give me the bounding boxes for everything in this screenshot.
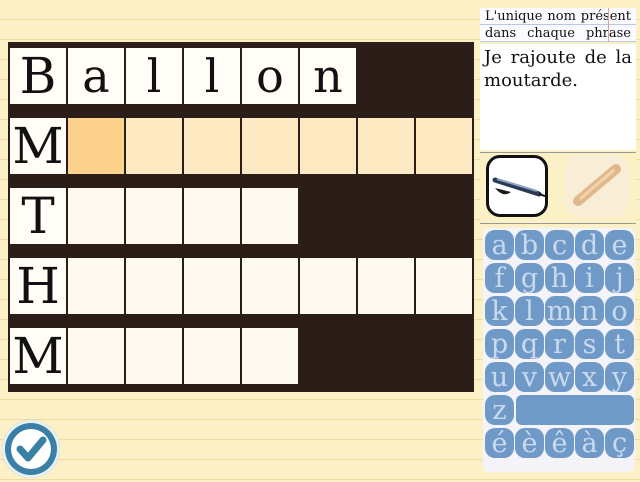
row-initial-letter: T xyxy=(10,187,66,245)
row-initial-letter: M xyxy=(10,117,66,175)
empty-letter-cell[interactable] xyxy=(242,328,298,384)
empty-letter-cell[interactable] xyxy=(68,328,124,384)
pen-icon xyxy=(492,177,546,197)
letter-key[interactable]: f xyxy=(485,263,514,294)
letter-key[interactable]: z xyxy=(485,395,514,426)
empty-letter-cell[interactable] xyxy=(184,118,240,174)
sentence-text: Je rajoute de la moutarde. xyxy=(480,44,636,150)
letter-key[interactable]: h xyxy=(545,263,574,294)
letter-key[interactable]: ê xyxy=(545,428,574,459)
tool-bar xyxy=(480,152,636,224)
validate-button[interactable] xyxy=(2,420,60,478)
letter-key[interactable]: ç xyxy=(605,428,634,459)
empty-letter-cell[interactable] xyxy=(300,118,356,174)
letter-key[interactable]: v xyxy=(515,362,544,393)
empty-letter-cell[interactable] xyxy=(242,118,298,174)
letter-cell: o xyxy=(242,48,298,104)
empty-letter-cell[interactable] xyxy=(358,258,414,314)
letter-key[interactable]: i xyxy=(575,263,604,294)
letter-cell: l xyxy=(184,48,240,104)
letter-cell: a xyxy=(68,48,124,104)
letter-key[interactable]: k xyxy=(485,296,514,327)
letter-key[interactable]: o xyxy=(605,296,634,327)
pencil-icon xyxy=(573,164,621,206)
empty-letter-cell[interactable] xyxy=(126,258,182,314)
letter-key[interactable]: q xyxy=(515,329,544,360)
word-board: BallonMTHM xyxy=(8,42,474,392)
empty-letter-cell[interactable] xyxy=(416,258,472,314)
letter-key[interactable]: à xyxy=(575,428,604,459)
row-initial-letter: M xyxy=(10,327,66,385)
letter-key[interactable]: a xyxy=(485,230,514,261)
letter-key[interactable]: w xyxy=(545,362,574,393)
row-initial-letter: H xyxy=(10,257,66,315)
letter-key[interactable]: j xyxy=(605,263,634,294)
empty-letter-cell[interactable] xyxy=(416,118,472,174)
letter-key[interactable]: d xyxy=(575,230,604,261)
letter-key[interactable]: x xyxy=(575,362,604,393)
pencil-tool-button[interactable] xyxy=(566,155,628,217)
check-icon xyxy=(11,429,51,469)
empty-letter-cell[interactable] xyxy=(300,258,356,314)
letter-key[interactable]: n xyxy=(575,296,604,327)
empty-letter-cell[interactable] xyxy=(126,188,182,244)
letter-key[interactable]: r xyxy=(545,329,574,360)
empty-letter-cell[interactable] xyxy=(184,328,240,384)
letter-key[interactable]: u xyxy=(485,362,514,393)
letter-key[interactable]: é xyxy=(485,428,514,459)
letter-key[interactable]: s xyxy=(575,329,604,360)
empty-letter-cell[interactable] xyxy=(68,258,124,314)
letter-key[interactable]: l xyxy=(515,296,544,327)
empty-letter-cell[interactable] xyxy=(126,328,182,384)
side-panel: L'unique nom présent dans chaque phrase … xyxy=(480,8,636,474)
letter-key[interactable]: b xyxy=(515,230,544,261)
letter-key[interactable]: c xyxy=(545,230,574,261)
letter-key[interactable]: è xyxy=(515,428,544,459)
space-key[interactable] xyxy=(516,395,634,425)
empty-letter-cell[interactable] xyxy=(184,188,240,244)
letter-key[interactable]: t xyxy=(605,329,634,360)
letter-cell: l xyxy=(126,48,182,104)
letter-key[interactable]: e xyxy=(605,230,634,261)
empty-letter-cell[interactable] xyxy=(126,118,182,174)
pen-tool-button[interactable] xyxy=(486,155,548,217)
letter-key[interactable]: m xyxy=(545,296,574,327)
letter-keyboard: abcde fghij klmno pqrst uvwxy zéèêàç xyxy=(483,228,635,472)
empty-letter-cell[interactable] xyxy=(184,258,240,314)
empty-letter-cell[interactable] xyxy=(358,118,414,174)
letter-key[interactable]: p xyxy=(485,329,514,360)
instruction-text: L'unique nom présent dans chaque phrase xyxy=(480,8,636,42)
letter-key[interactable]: g xyxy=(515,263,544,294)
empty-letter-cell[interactable] xyxy=(68,118,124,174)
empty-letter-cell[interactable] xyxy=(242,258,298,314)
empty-letter-cell[interactable] xyxy=(68,188,124,244)
empty-letter-cell[interactable] xyxy=(242,188,298,244)
letter-key[interactable]: y xyxy=(605,362,634,393)
letter-cell: n xyxy=(300,48,356,104)
row-initial-letter: B xyxy=(10,47,66,105)
